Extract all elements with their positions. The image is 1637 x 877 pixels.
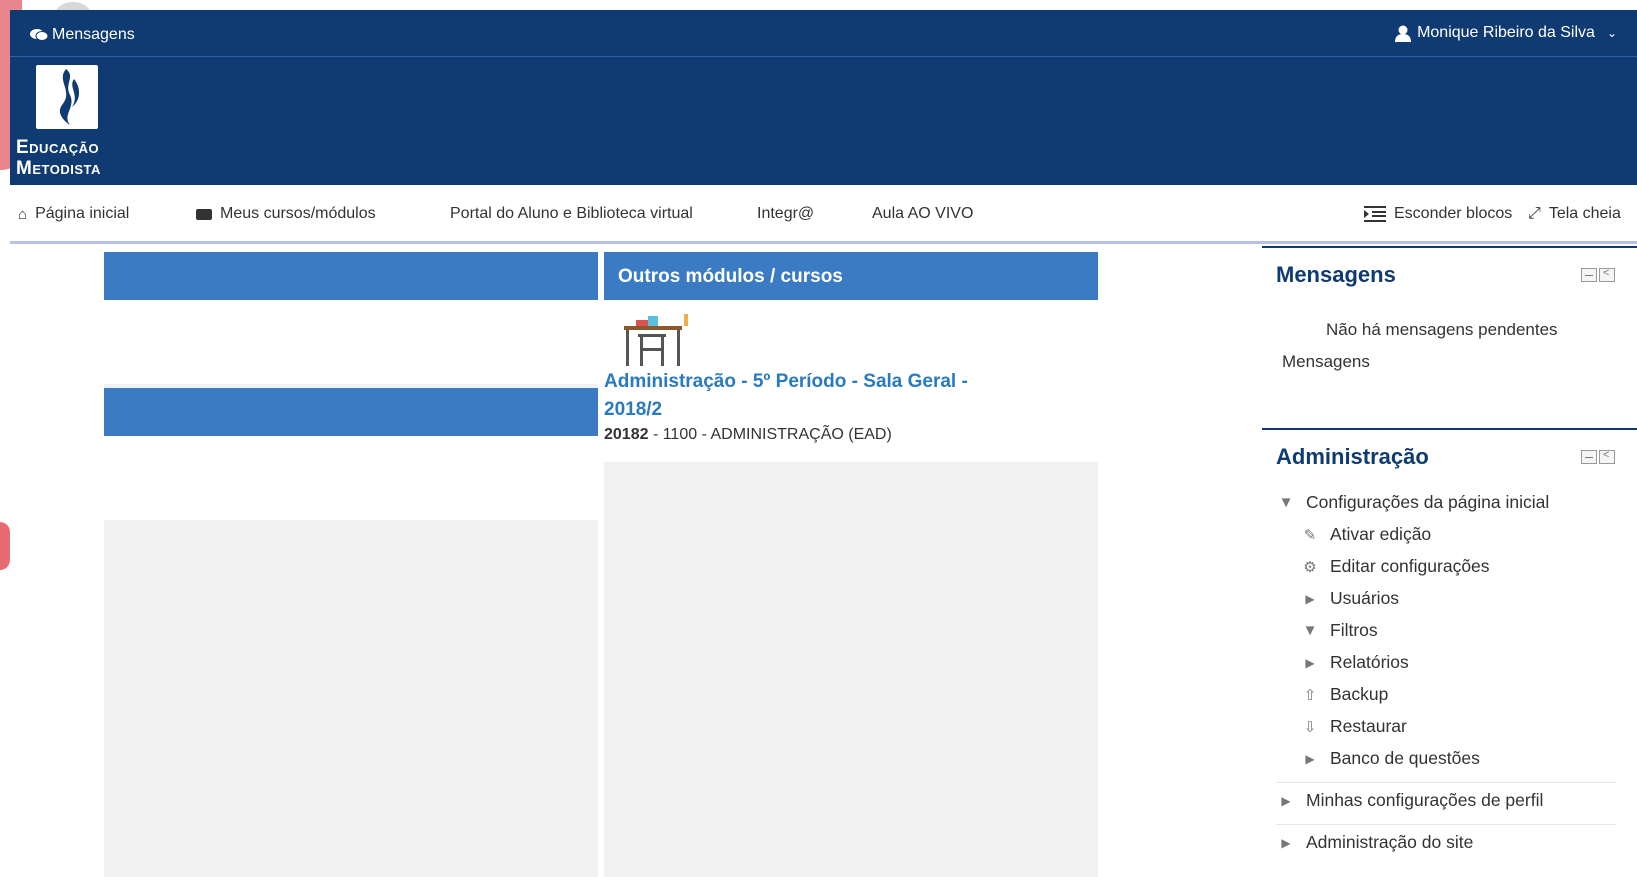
caret-down-icon: ▼ — [1278, 494, 1294, 511]
nav-portal-label: Portal do Aluno e Biblioteca virtual — [450, 205, 693, 222]
tree-item-restore[interactable]: ⇩ Restaurar — [1300, 716, 1407, 737]
nav-live-label: Aula AO VIVO — [872, 205, 974, 222]
nav-integra[interactable]: Integr@ — [757, 205, 814, 223]
main-navigation: ⌂ Página inicial Meus cursos/módulos Por… — [10, 185, 1637, 245]
tree-item-question-bank[interactable]: ▶ Banco de questões — [1300, 748, 1479, 769]
expand-icon: ⤢ — [1528, 205, 1541, 222]
section-body — [104, 300, 598, 384]
course-code-info: 20182 - 1100 - ADMINISTRAÇÃO (EAD) — [604, 426, 892, 444]
chevron-down-icon: ⌄ — [1606, 26, 1617, 40]
briefcase-icon — [196, 208, 212, 220]
right-sidebar: Mensagens Não há mensagens pendentes Men… — [1262, 246, 1637, 877]
home-icon: ⌂ — [18, 205, 28, 223]
user-menu[interactable]: Monique Ribeiro da Silva ⌄ — [1395, 24, 1617, 42]
logo-text: Educação Metodista — [16, 137, 101, 179]
download-icon: ⇩ — [1303, 718, 1317, 736]
course-detail: - 1100 - ADMINISTRAÇÃO (EAD) — [648, 426, 892, 443]
gear-icon: ⚙ — [1303, 558, 1317, 576]
tree-item-backup[interactable]: ⇧ Backup — [1300, 684, 1389, 705]
tree-section-profile-settings[interactable]: ▶ Minhas configurações de perfil — [1276, 790, 1543, 811]
nav-live-class[interactable]: Aula AO VIVO — [872, 205, 973, 223]
user-name: Monique Ribeiro da Silva — [1417, 24, 1595, 41]
block-controls — [1581, 267, 1615, 282]
left-column — [104, 252, 598, 877]
filter-icon: ▼ — [1302, 622, 1318, 639]
course-code: 20182 — [604, 426, 649, 443]
messages-block: Mensagens Não há mensagens pendentes Men… — [1262, 246, 1637, 428]
other-modules-title: Outros módulos / cursos — [604, 252, 1098, 300]
messages-block-title: Mensagens — [1276, 262, 1396, 287]
upload-icon: ⇧ — [1303, 686, 1317, 704]
nav-divider — [10, 241, 1637, 244]
administration-block: Administração ▼ Configurações da página … — [1262, 428, 1637, 877]
nav-home[interactable]: ⌂ Página inicial — [18, 205, 129, 223]
nav-home-label: Página inicial — [35, 205, 130, 222]
no-messages-text: Não há mensagens pendentes — [1326, 320, 1558, 339]
nav-integra-label: Integr@ — [757, 205, 815, 222]
caret-right-icon: ▶ — [1281, 793, 1291, 808]
chat-icon — [30, 29, 48, 41]
minimize-icon[interactable] — [1581, 450, 1597, 464]
window-frame — [0, 0, 1637, 10]
messages-label: Mensagens — [52, 26, 135, 43]
classroom-desk-icon — [624, 314, 688, 366]
site-header: Educação Metodista — [10, 57, 1637, 185]
course-title-link[interactable]: Administração - 5º Período - Sala Geral … — [604, 368, 1004, 424]
tree-section-site-admin[interactable]: ▶ Administração do site — [1276, 832, 1473, 853]
tree-divider — [1276, 782, 1616, 783]
hide-blocks-label: Esconder blocos — [1394, 205, 1513, 222]
nav-my-courses[interactable]: Meus cursos/módulos — [196, 205, 376, 223]
administration-block-title: Administração — [1276, 444, 1429, 469]
tree-section-frontpage-settings[interactable]: ▼ Configurações da página inicial — [1276, 492, 1550, 513]
caret-right-icon: ▶ — [1281, 835, 1291, 850]
fullscreen-label: Tela cheia — [1548, 205, 1621, 222]
logo-mark-icon — [36, 65, 98, 129]
tree-item-enable-editing[interactable]: ✎ Ativar edição — [1300, 524, 1431, 545]
course-card: Administração - 5º Período - Sala Geral … — [604, 300, 1098, 462]
user-icon — [1395, 25, 1412, 42]
caret-right-icon: ▶ — [1305, 655, 1315, 670]
nav-my-courses-label: Meus cursos/módulos — [220, 205, 376, 222]
tree-item-reports[interactable]: ▶ Relatórios — [1300, 652, 1408, 673]
background-decoration — [0, 522, 10, 570]
dock-icon[interactable] — [1599, 267, 1615, 282]
caret-right-icon: ▶ — [1305, 591, 1315, 606]
dock-icon[interactable] — [1599, 449, 1615, 464]
tree-divider — [1276, 824, 1616, 825]
section-body — [104, 436, 598, 520]
other-modules-column: Outros módulos / cursos Administração - … — [604, 252, 1098, 877]
outdent-icon — [1364, 206, 1386, 222]
site-logo[interactable]: Educação Metodista — [16, 65, 126, 183]
messages-block-link[interactable]: Mensagens — [1282, 352, 1370, 372]
section-header — [104, 252, 598, 300]
caret-right-icon: ▶ — [1305, 751, 1315, 766]
tree-item-edit-settings[interactable]: ⚙ Editar configurações — [1300, 556, 1489, 577]
nav-portal[interactable]: Portal do Aluno e Biblioteca virtual — [450, 205, 693, 223]
messages-link[interactable]: Mensagens — [30, 26, 135, 44]
section-header — [104, 388, 598, 436]
minimize-icon[interactable] — [1581, 268, 1597, 282]
block-controls — [1581, 449, 1615, 464]
tree-item-filters[interactable]: ▼ Filtros — [1300, 620, 1378, 641]
pencil-icon: ✎ — [1303, 526, 1317, 544]
hide-blocks-button[interactable]: Esconder blocos — [1364, 205, 1512, 223]
fullscreen-button[interactable]: ⤢ Tela cheia — [1528, 205, 1621, 223]
top-bar: Mensagens Monique Ribeiro da Silva ⌄ — [10, 10, 1637, 57]
tree-item-users[interactable]: ▶ Usuários — [1300, 588, 1399, 609]
